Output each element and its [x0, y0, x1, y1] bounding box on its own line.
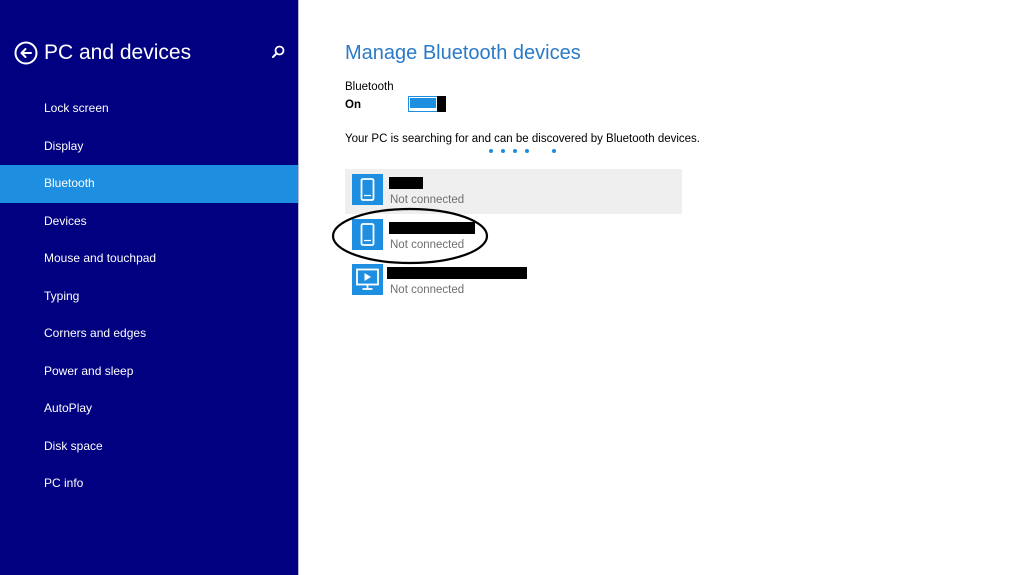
sidebar: PC and devices Lock screen Display Bluetoo… [0, 0, 299, 575]
page-title: Manage Bluetooth devices [345, 42, 581, 64]
bluetooth-state-label: On [345, 99, 361, 111]
device-name-redacted [387, 267, 527, 279]
device-name-redacted [389, 177, 423, 189]
searching-progress-dots [489, 149, 569, 155]
progress-dot [513, 149, 517, 153]
pc-settings-window: PC and devices Lock screen Display Bluetoo… [0, 0, 1024, 575]
sidebar-item-pc-info[interactable]: PC info [0, 465, 298, 503]
device-item[interactable]: Not connected [345, 169, 682, 214]
sidebar-item-label: Corners and edges [44, 326, 147, 340]
sidebar-item-label: AutoPlay [44, 401, 93, 415]
progress-dot [552, 149, 556, 153]
searching-message: Your PC is searching for and can be disc… [345, 133, 701, 145]
toggle-fill [410, 98, 436, 108]
back-arrow-icon [14, 41, 38, 65]
bluetooth-label: Bluetooth [345, 81, 394, 93]
sidebar-item-disk-space[interactable]: Disk space [0, 428, 298, 466]
sidebar-item-mouse-and-touchpad[interactable]: Mouse and touchpad [0, 240, 298, 278]
sidebar-item-label: Power and sleep [44, 363, 134, 378]
search-button[interactable] [270, 44, 286, 60]
sidebar-item-label: Devices [44, 213, 87, 228]
device-item[interactable]: Not connected [345, 259, 682, 304]
device-status: Not connected [390, 284, 465, 296]
sidebar-item-label: Typing [44, 288, 80, 303]
progress-dot [525, 149, 529, 153]
sidebar-item-display[interactable]: Display [0, 128, 298, 166]
progress-dot [489, 149, 493, 153]
sidebar-item-devices[interactable]: Devices [0, 203, 298, 241]
bluetooth-toggle[interactable] [408, 96, 446, 112]
sidebar-item-label: Lock screen [44, 101, 109, 115]
sidebar-item-label: Mouse and touchpad [44, 251, 157, 265]
device-status: Not connected [390, 239, 465, 251]
sidebar-item-corners-and-edges[interactable]: Corners and edges [0, 315, 298, 353]
sidebar-item-power-and-sleep[interactable]: Power and sleep [0, 353, 298, 391]
sidebar-item-label: Disk space [44, 438, 103, 453]
progress-dot [501, 149, 505, 153]
search-icon [272, 45, 285, 58]
phone-icon [352, 174, 383, 205]
sidebar-item-label: Display [44, 138, 84, 153]
sidebar-item-bluetooth[interactable]: Bluetooth [0, 165, 298, 203]
sidebar-item-label: PC info [44, 476, 84, 490]
sidebar-nav: Lock screen Display Bluetooth Devices Mouse … [0, 90, 298, 503]
display-icon [352, 264, 383, 295]
sidebar-item-typing[interactable]: Typing [0, 278, 298, 316]
toggle-thumb[interactable] [437, 96, 446, 112]
device-item[interactable]: Not connected [345, 214, 682, 259]
main-content: Manage Bluetooth devices Bluetooth On Yo… [345, 0, 1024, 575]
device-list: Not connected Not connected Not connected [345, 169, 682, 304]
device-name-redacted [389, 222, 475, 234]
sidebar-item-label: Bluetooth [44, 176, 95, 190]
device-status: Not connected [390, 194, 465, 206]
sidebar-item-autoplay[interactable]: AutoPlay [0, 390, 298, 428]
sidebar-title: PC and devices [44, 41, 192, 64]
back-button[interactable] [14, 41, 38, 65]
phone-icon [352, 219, 383, 250]
sidebar-item-lock-screen[interactable]: Lock screen [0, 90, 298, 128]
